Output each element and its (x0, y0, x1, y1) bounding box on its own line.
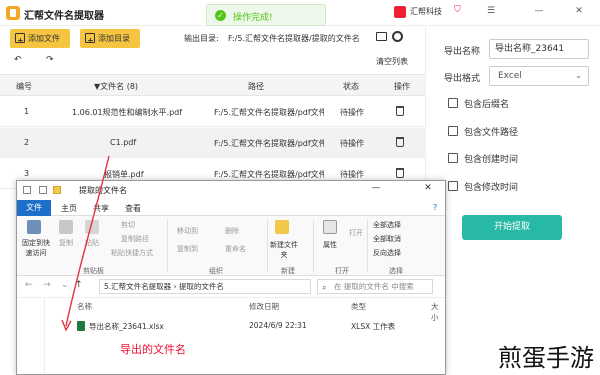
annotation-text: 导出的文件名 (120, 343, 186, 356)
watermark: 煎蛋手游 (498, 344, 594, 372)
annotation-arrow (61, 155, 110, 332)
